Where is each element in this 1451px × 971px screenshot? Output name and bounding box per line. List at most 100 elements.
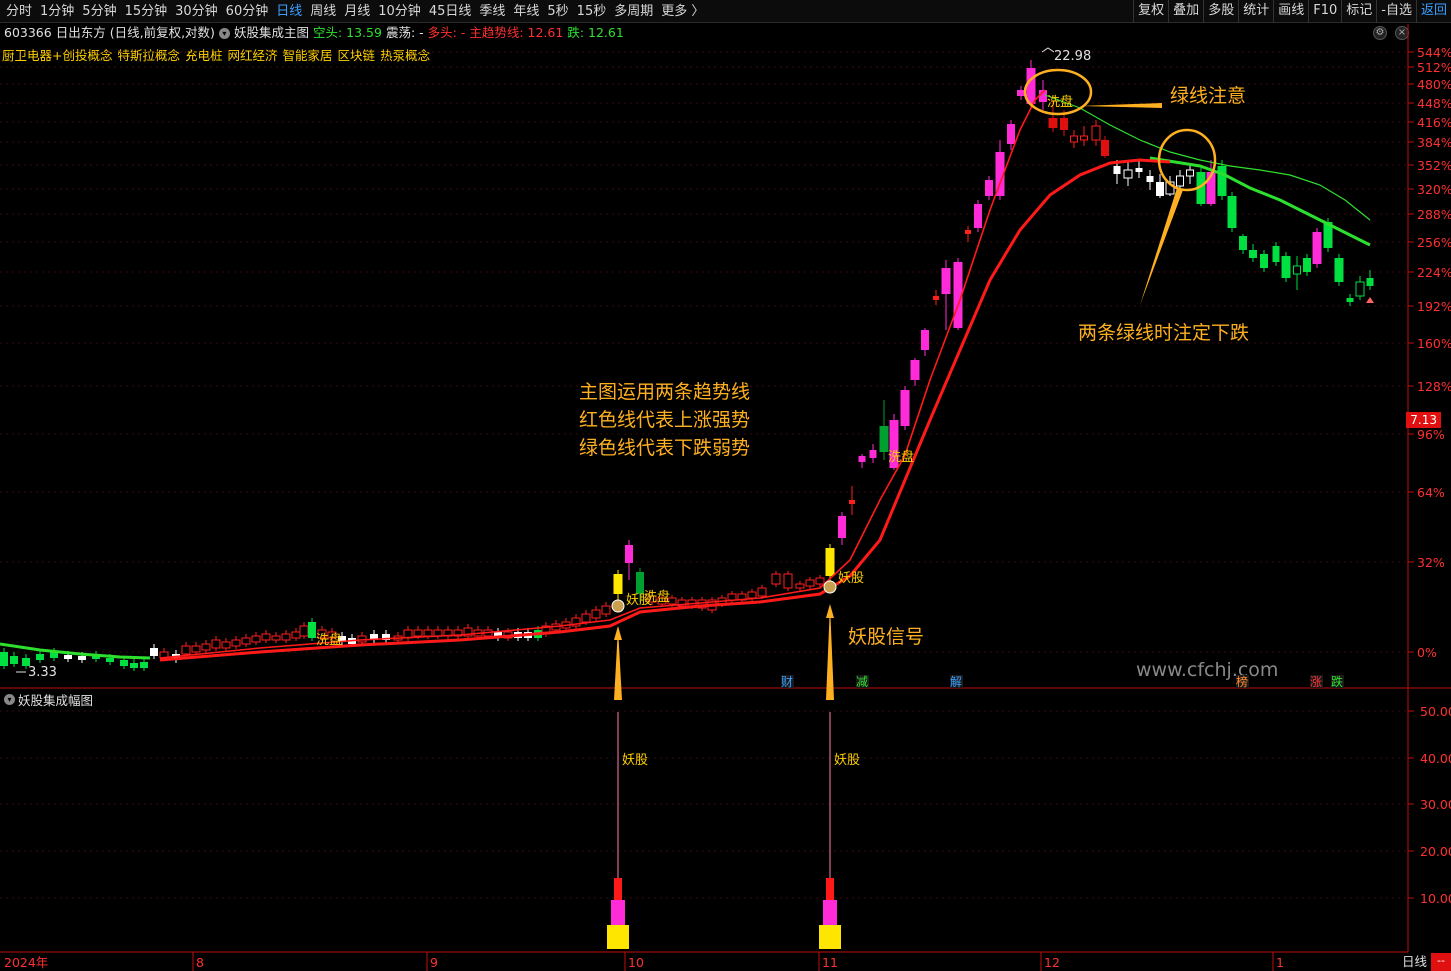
candle (403, 626, 413, 641)
event-tag: 涨 (1310, 674, 1323, 689)
candle (453, 626, 463, 639)
note-signal: 妖股信号 (848, 626, 924, 648)
low-price-label: 3.33 (28, 665, 57, 680)
latest-marker (1366, 297, 1374, 303)
time-axis-label: 12 (1044, 955, 1060, 970)
candle (211, 636, 221, 651)
candle (382, 630, 390, 643)
sub-bar-group: 妖股 (819, 712, 860, 949)
sub-bar-label: 妖股 (834, 753, 860, 768)
candle (625, 540, 633, 580)
candle (1366, 270, 1374, 290)
high-price-label: 22.98 (1054, 49, 1091, 64)
candle (1070, 130, 1078, 148)
candle (1334, 254, 1344, 286)
candle (921, 328, 929, 356)
candle (251, 632, 261, 645)
note-two-green: 两条绿线时注定下跌 (1078, 322, 1249, 344)
candle (1312, 228, 1322, 268)
price-axis-label: 288% (1417, 207, 1451, 222)
event-tag: 跌 (1331, 674, 1344, 689)
candle (1239, 234, 1247, 254)
coin-icon (823, 580, 837, 594)
candle (241, 634, 251, 647)
signal-arrow-2 (826, 605, 834, 700)
green-trend-line-thick (1149, 156, 1371, 247)
candle (1260, 250, 1268, 272)
price-axis: 544%512% 480% 448% 416% 384% 352% 320% 288% 256%… (1408, 45, 1451, 660)
sub-chart-header: ▾ 妖股集成幅图 (4, 690, 93, 709)
price-axis-label: 384% (1417, 135, 1451, 150)
status-period: 日线 (1401, 954, 1427, 969)
price-axis-label: 128% (1417, 379, 1451, 394)
candle (231, 636, 241, 649)
price-axis-label: 256% (1417, 235, 1451, 250)
time-axis-label: 11 (822, 955, 838, 970)
time-axis-label: 8 (196, 955, 204, 970)
candle (974, 200, 982, 232)
svg-text:榜: 榜 (1236, 674, 1248, 689)
signal-mark: 妖股 (838, 571, 864, 586)
event-tag: 财 (781, 675, 794, 689)
note-main-3: 绿色线代表下跌弱势 (579, 437, 750, 459)
candle (985, 176, 993, 200)
candle (1135, 160, 1143, 178)
candle (1346, 294, 1354, 306)
event-tag: 解 (950, 675, 963, 689)
candle (591, 606, 601, 621)
time-axis-label: 1 (1276, 955, 1284, 970)
time-axis-label: 10 (628, 955, 644, 970)
sub-axis-label: 40.00 (1420, 751, 1451, 766)
candle (1355, 276, 1365, 300)
candle (291, 628, 301, 641)
svg-text:财: 财 (781, 675, 793, 689)
pointer-arrow-two-green (1140, 188, 1183, 305)
candle (697, 597, 707, 611)
sub-axis-label: 50.00 (1420, 704, 1451, 719)
status-dash[interactable]: -- (1431, 953, 1451, 971)
candle (965, 226, 971, 242)
price-axis-label: 480% (1417, 77, 1451, 92)
price-axis-label: 32% (1417, 555, 1445, 570)
sub-bar-group: 妖股 (607, 712, 648, 949)
signal-mark: 洗盘 (1047, 94, 1073, 110)
candle (805, 577, 815, 589)
candle (130, 659, 138, 671)
candle (1249, 244, 1257, 262)
price-axis-label: 64% (1417, 485, 1445, 500)
svg-text:解: 解 (950, 675, 962, 689)
candle (795, 581, 805, 591)
signal-mark: 洗盘 (644, 589, 670, 605)
candle (10, 652, 18, 667)
sub-indicator-menu-icon[interactable]: ▾ (4, 694, 15, 705)
svg-text:跌: 跌 (1331, 674, 1343, 689)
candle (261, 630, 271, 643)
time-axis-label: 9 (430, 955, 438, 970)
kline-chart[interactable]: 544%512% 480% 448% 416% 384% 352% 320% 288% 256%… (0, 0, 1451, 971)
candle (191, 642, 201, 655)
candle (737, 591, 747, 603)
green-trend-line-left (0, 642, 151, 660)
candle (1123, 162, 1133, 186)
candle (1186, 166, 1194, 184)
candle (1281, 252, 1291, 282)
candle (910, 358, 920, 386)
sub-chart-bars: 妖股 妖股 (607, 712, 860, 949)
candle (201, 640, 211, 653)
note-green-line: 绿线注意 (1170, 85, 1246, 107)
sub-chart-title[interactable]: 妖股集成幅图 (18, 690, 93, 709)
candle (150, 644, 158, 659)
note-main-2: 红色线代表上涨强势 (579, 409, 750, 431)
price-axis-label: 448% (1417, 96, 1451, 111)
candle (463, 624, 473, 639)
price-axis-label: 320% (1417, 182, 1451, 197)
event-tag: 减 (856, 675, 869, 689)
price-axis-label: 0% (1417, 645, 1437, 660)
candle (433, 626, 443, 639)
price-axis-label: 416% (1417, 115, 1451, 130)
time-axis: 2024年 8 9 10 11 12 1 (4, 952, 1284, 971)
note-main-1: 主图运用两条趋势线 (579, 381, 750, 403)
candle (271, 632, 281, 643)
sub-axis-label: 30.00 (1420, 797, 1451, 812)
candle (953, 258, 963, 330)
